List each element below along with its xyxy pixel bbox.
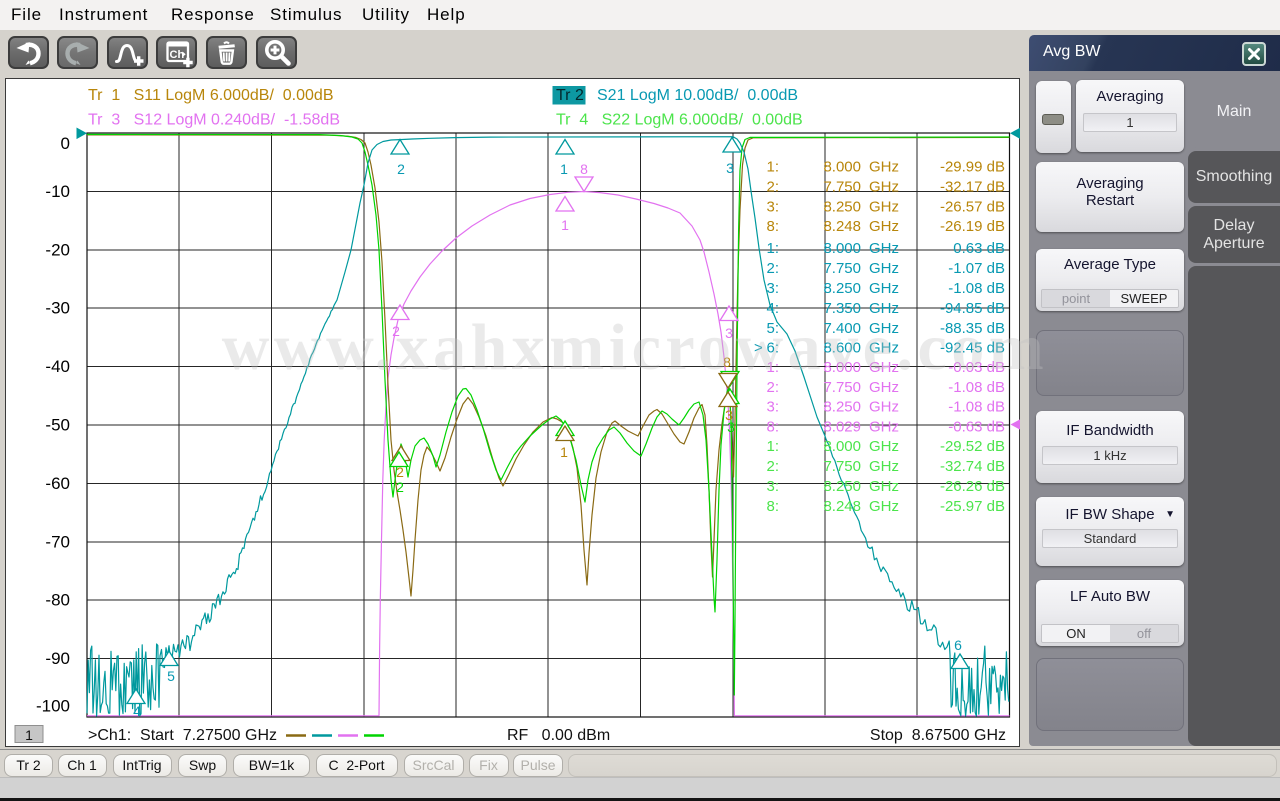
svg-text:GHz: GHz: [869, 478, 899, 495]
svg-text:3:: 3:: [766, 399, 779, 416]
svg-text:7.750: 7.750: [823, 178, 861, 195]
svg-text:0.63 dB: 0.63 dB: [953, 240, 1005, 257]
svg-text:8:: 8:: [766, 498, 779, 515]
svg-text:-40: -40: [45, 357, 70, 376]
svg-text:2:: 2:: [766, 260, 779, 277]
svg-text:7.750: 7.750: [823, 458, 861, 475]
svg-text:GHz: GHz: [869, 260, 899, 277]
svg-text:3: 3: [727, 419, 735, 435]
svg-text:8.250: 8.250: [823, 478, 861, 495]
svg-text:Ch: Ch: [170, 49, 185, 61]
svg-text:GHz: GHz: [869, 498, 899, 515]
svg-text:-26.26 dB: -26.26 dB: [940, 478, 1005, 495]
svg-text:GHz: GHz: [869, 198, 899, 215]
svg-text:-25.97 dB: -25.97 dB: [940, 498, 1005, 515]
svg-text:-1.08 dB: -1.08 dB: [948, 280, 1005, 297]
svg-text:S21 LogM 10.00dB/ 0.00dB: S21 LogM 10.00dB/ 0.00dB: [597, 87, 798, 104]
svg-text:GHz: GHz: [869, 280, 899, 297]
svg-text:RF 0.00 dBm: RF 0.00 dBm: [507, 727, 610, 744]
svg-text:-70: -70: [45, 532, 70, 551]
svg-text:-29.99 dB: -29.99 dB: [940, 159, 1005, 176]
svg-text:3: 3: [726, 160, 734, 176]
svg-text:8.000: 8.000: [823, 438, 861, 455]
svg-text:Tr 3 S12 LogM 0.240dB/ -1.: Tr 3 S12 LogM 0.240dB/ -1.58dB: [88, 112, 340, 129]
svg-text:3:: 3:: [766, 478, 779, 495]
svg-text:7.750: 7.750: [823, 260, 861, 277]
svg-text:4: 4: [133, 703, 141, 719]
svg-text:GHz: GHz: [869, 218, 899, 235]
svg-text:5: 5: [167, 668, 175, 684]
svg-text:-10: -10: [45, 182, 70, 201]
svg-text:-80: -80: [45, 591, 70, 610]
svg-text:-1.07 dB: -1.07 dB: [948, 260, 1005, 277]
svg-text:Stop 8.67500 GHz: Stop 8.67500 GHz: [870, 727, 1006, 744]
svg-text:6: 6: [954, 637, 962, 653]
svg-text:2: 2: [397, 161, 405, 177]
svg-text:8.250: 8.250: [823, 399, 861, 416]
svg-text:2:: 2:: [766, 458, 779, 475]
svg-text:3:: 3:: [766, 280, 779, 297]
svg-text:2: 2: [396, 464, 404, 480]
svg-text:8.250: 8.250: [823, 198, 861, 215]
svg-text:-1.08 dB: -1.08 dB: [948, 399, 1005, 416]
svg-text:GHz: GHz: [869, 438, 899, 455]
svg-text:2:: 2:: [766, 178, 779, 195]
svg-text:-32.17 dB: -32.17 dB: [940, 178, 1005, 195]
svg-text:-26.57 dB: -26.57 dB: [940, 198, 1005, 215]
svg-text:1:: 1:: [766, 438, 779, 455]
svg-text:-29.52 dB: -29.52 dB: [940, 438, 1005, 455]
svg-text:GHz: GHz: [869, 159, 899, 176]
svg-text:GHz: GHz: [869, 458, 899, 475]
svg-text:-90: -90: [45, 649, 70, 668]
svg-text:-32.74 dB: -32.74 dB: [940, 458, 1005, 475]
svg-text:1: 1: [561, 217, 569, 233]
svg-text:-20: -20: [45, 240, 70, 259]
svg-text:-0.63 dB: -0.63 dB: [948, 419, 1005, 436]
svg-text:-100: -100: [36, 697, 70, 716]
svg-text:1: 1: [560, 444, 568, 460]
svg-text:1: 1: [25, 727, 33, 743]
svg-text:2: 2: [396, 479, 404, 495]
svg-text:GHz: GHz: [869, 178, 899, 195]
svg-text:8.000: 8.000: [823, 159, 861, 176]
svg-text:Tr 4 S22 LogM 6.000dB/ 0.0: Tr 4 S22 LogM 6.000dB/ 0.00dB: [556, 112, 803, 129]
svg-text:1:: 1:: [766, 159, 779, 176]
svg-text:8:: 8:: [766, 218, 779, 235]
svg-text:8.029: 8.029: [823, 419, 861, 436]
svg-text:GHz: GHz: [869, 399, 899, 416]
svg-text:1: 1: [560, 161, 568, 177]
svg-text:8:: 8:: [766, 419, 779, 436]
svg-text:1:: 1:: [766, 240, 779, 257]
svg-text:-30: -30: [45, 299, 70, 318]
svg-text:GHz: GHz: [869, 419, 899, 436]
svg-text:8.000: 8.000: [823, 240, 861, 257]
svg-text:-60: -60: [45, 474, 70, 493]
svg-text:GHz: GHz: [869, 240, 899, 257]
svg-text:8.250: 8.250: [823, 280, 861, 297]
svg-text:8.248: 8.248: [823, 498, 861, 515]
svg-text:>Ch1: Start 7.27500 GHz: >Ch1: Start 7.27500 GHz: [88, 727, 277, 744]
svg-text:Tr 1 S11 LogM 6.000dB/ 0.0: Tr 1 S11 LogM 6.000dB/ 0.00dB: [88, 87, 333, 104]
svg-text:3:: 3:: [766, 198, 779, 215]
svg-text:-50: -50: [45, 416, 70, 435]
svg-text:-26.19 dB: -26.19 dB: [940, 218, 1005, 235]
svg-text:8.248: 8.248: [823, 218, 861, 235]
svg-text:Tr 2: Tr 2: [556, 87, 584, 104]
svg-text:8: 8: [580, 161, 588, 177]
svg-text:0: 0: [61, 134, 70, 153]
